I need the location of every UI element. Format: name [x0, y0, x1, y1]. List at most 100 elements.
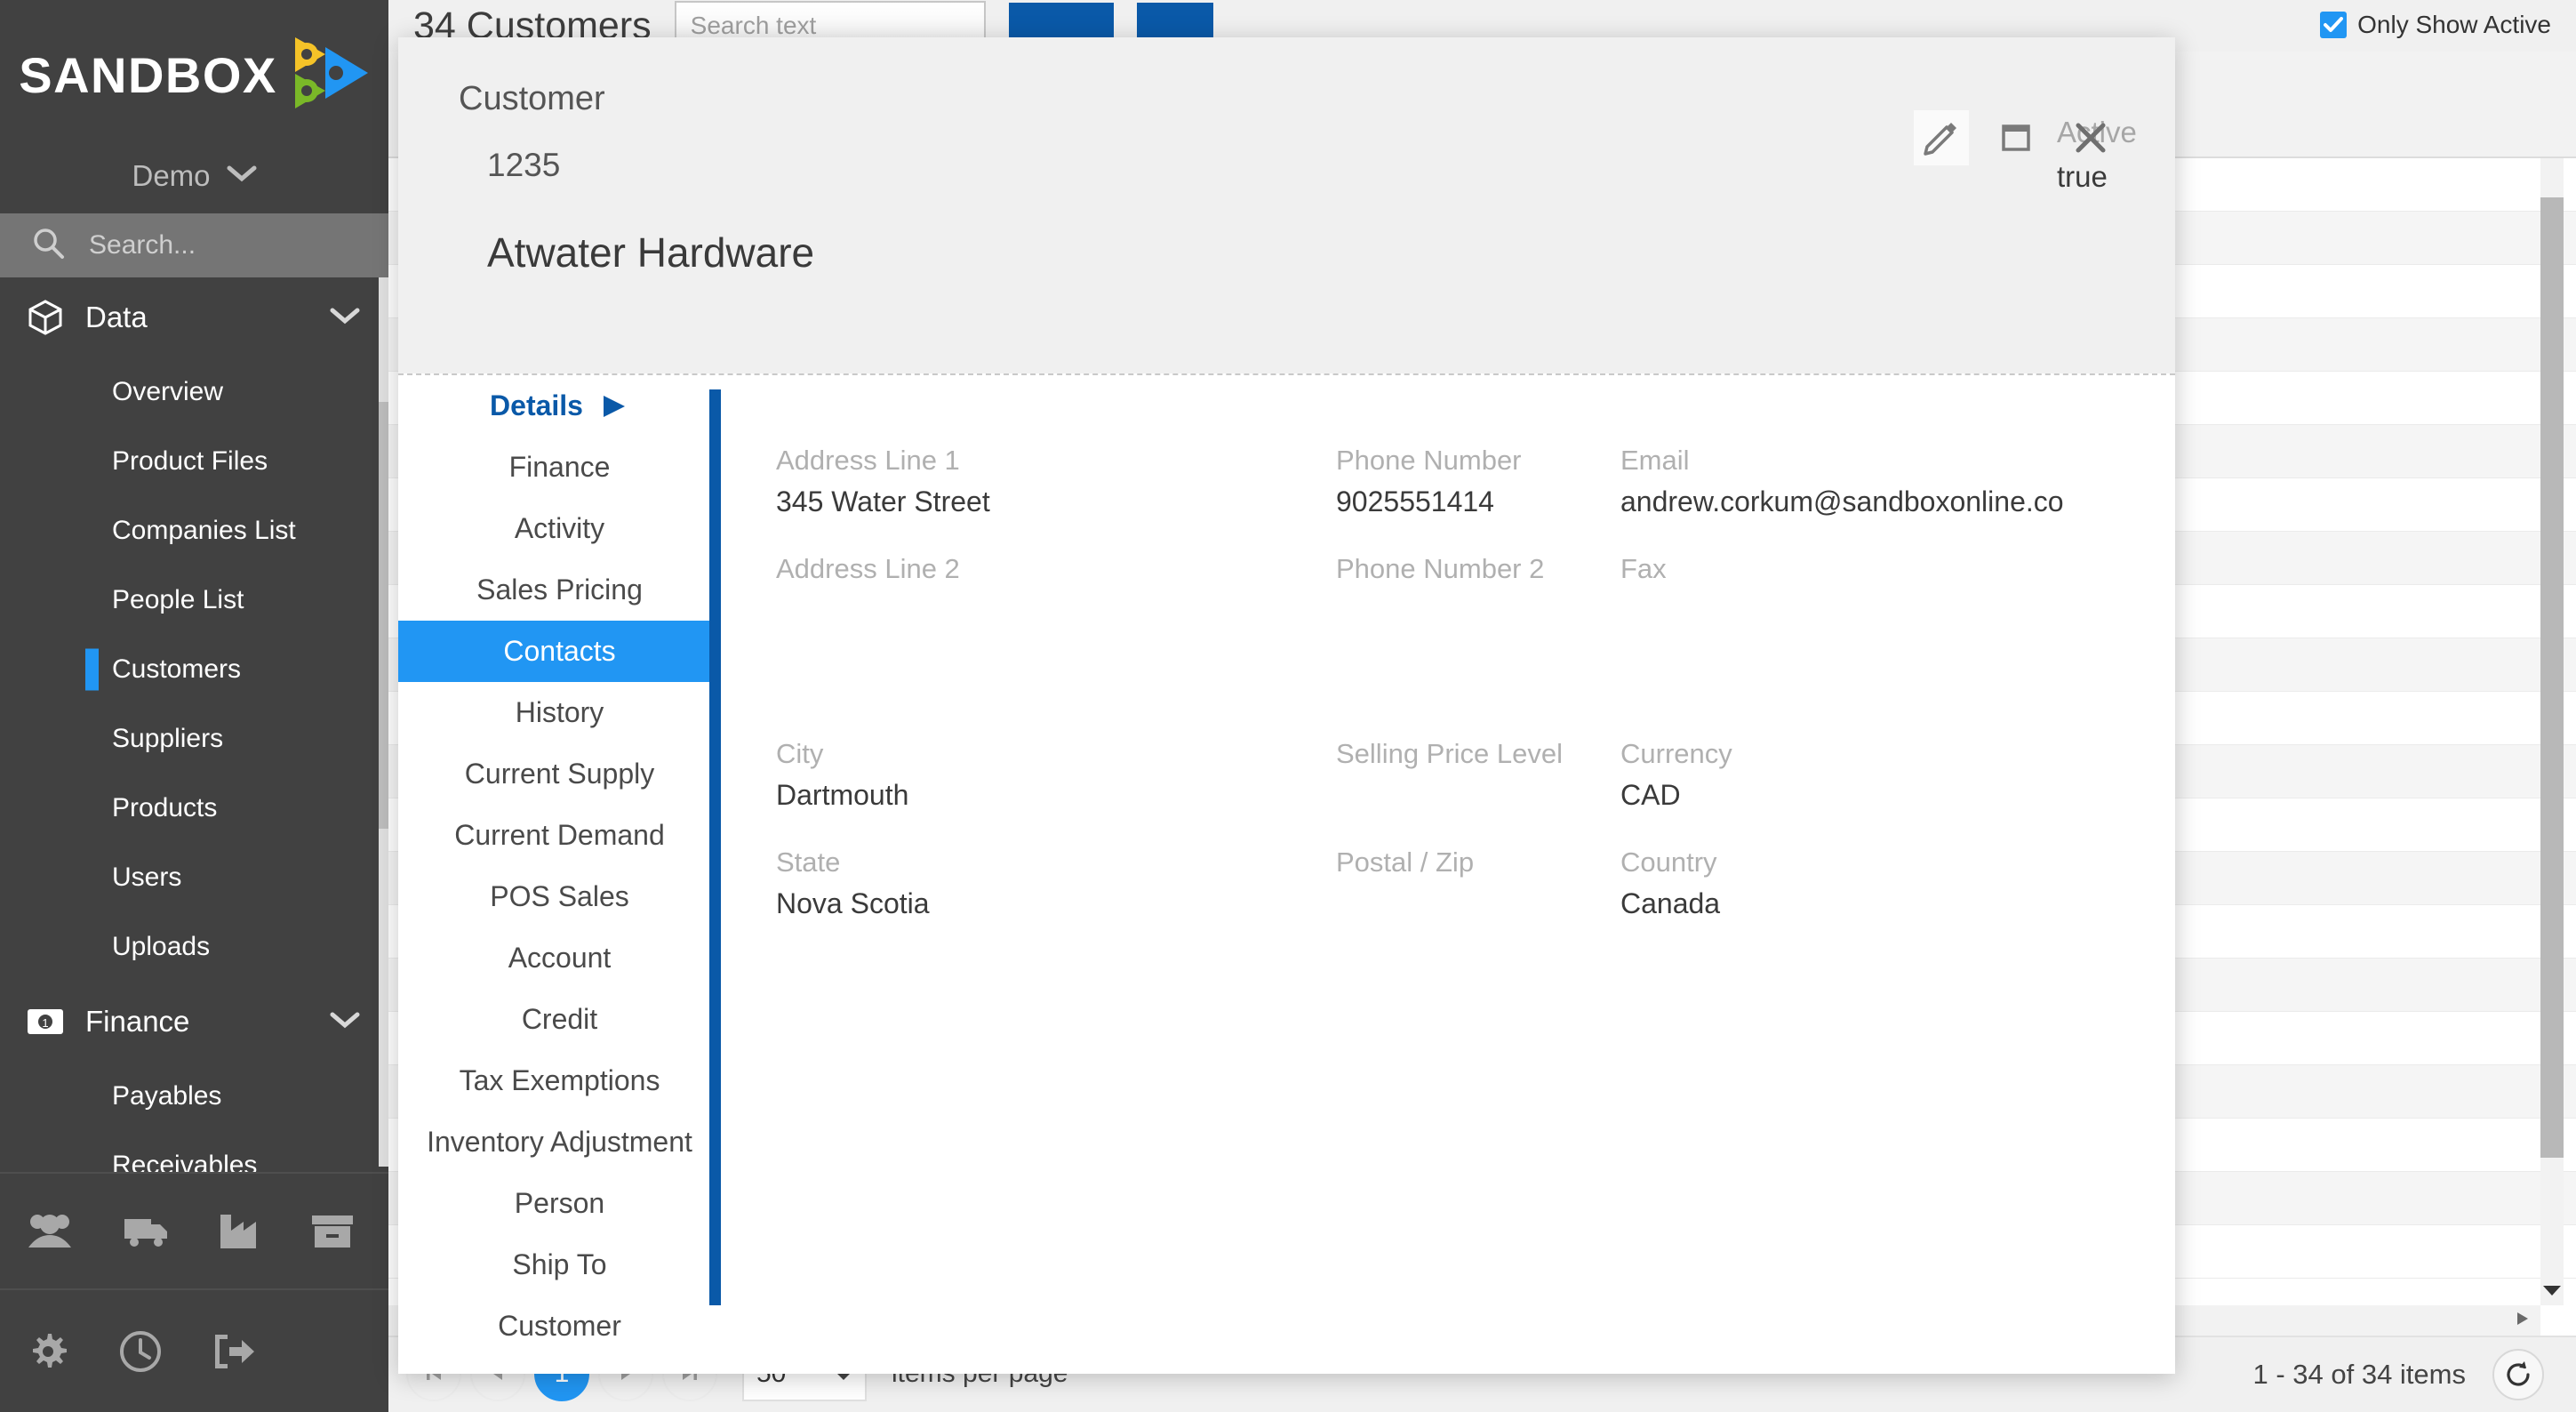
modal-tab-current-supply[interactable]: Current Supply — [398, 743, 721, 805]
factory-icon[interactable] — [217, 1211, 263, 1252]
field-value: andrew.corkum@sandboxonline.co — [1620, 485, 2064, 517]
modal-tab-customer[interactable]: Customer — [398, 1296, 721, 1357]
modal-tab-tax-exemptions[interactable]: Tax Exemptions — [398, 1050, 721, 1111]
sidebar-item-label: Customers — [112, 654, 242, 684]
gear-icon[interactable] — [25, 1328, 71, 1375]
field-value: 345 Water Street — [776, 485, 990, 517]
sidebar-item-overview[interactable]: Overview — [0, 357, 388, 427]
sidebar-item-users[interactable]: Users — [0, 843, 388, 912]
tenant-switcher[interactable]: Demo — [0, 138, 388, 213]
logout-icon[interactable] — [210, 1331, 256, 1372]
modal-tab-label: Credit — [521, 1003, 598, 1035]
sidebar-quick-icons-row-2 — [0, 1288, 388, 1412]
sidebar-item-label: Overview — [112, 377, 224, 406]
maximize-icon[interactable] — [1988, 110, 2044, 165]
modal-tab-details[interactable]: Details — [398, 375, 721, 437]
modal-tab-label: Customer — [498, 1310, 621, 1342]
edit-icon[interactable] — [1914, 110, 1969, 165]
sidebar-item-people-list[interactable]: People List — [0, 566, 388, 635]
modal-action-buttons — [1914, 110, 2118, 165]
modal-tab-contacts[interactable]: Contacts — [398, 621, 721, 682]
sidebar-item-receivables[interactable]: Receivables — [0, 1131, 388, 1172]
field-selling-price-level: Selling Price Level — [1336, 738, 1620, 827]
field-label: Postal / Zip — [1336, 846, 1475, 878]
modal-tab-label: Current Supply — [464, 758, 655, 790]
modal-tab-scrollbar-thumb[interactable] — [709, 389, 721, 1305]
search-icon — [32, 227, 66, 265]
sidebar-item-products[interactable]: Products — [0, 774, 388, 843]
sidebar-item-suppliers[interactable]: Suppliers — [0, 704, 388, 774]
sidebar-item-payables[interactable]: Payables — [0, 1062, 388, 1131]
modal-tab-history[interactable]: History — [398, 682, 721, 743]
modal-tab-scrollbar[interactable] — [709, 375, 721, 1374]
sidebar: SANDBOX Demo Search... Data Overview Pro… — [0, 0, 388, 1412]
modal-header: Customer 1235 Atwater Hardware Active tr… — [398, 37, 2175, 373]
archive-box-icon[interactable] — [309, 1212, 356, 1251]
only-show-active-toggle[interactable]: Only Show Active — [2320, 11, 2551, 39]
brand-name: SANDBOX — [19, 47, 277, 103]
field-value — [776, 594, 1336, 628]
close-icon[interactable] — [2063, 110, 2118, 165]
field-value: CAD — [1620, 779, 1681, 811]
sidebar-item-uploads[interactable]: Uploads — [0, 912, 388, 982]
grid-vertical-scrollbar-thumb[interactable] — [2540, 197, 2564, 1158]
svg-text:1: 1 — [42, 1016, 48, 1030]
field-label: Address Line 1 — [776, 445, 960, 476]
modal-tab-finance[interactable]: Finance — [398, 437, 721, 498]
modal-tab-activity[interactable]: Activity — [398, 498, 721, 559]
chevron-down-icon[interactable] — [330, 307, 360, 329]
clock-icon[interactable] — [117, 1328, 164, 1375]
grid-scroll-down-button[interactable] — [2540, 1275, 2564, 1305]
field-state: State Nova Scotia — [776, 846, 1336, 935]
refresh-button[interactable] — [2492, 1349, 2544, 1400]
field-value — [1620, 594, 2175, 628]
field-value: Canada — [1620, 887, 1721, 919]
field-fax: Fax — [1620, 553, 2175, 642]
modal-tab-current-demand[interactable]: Current Demand — [398, 805, 721, 866]
modal-tab-credit[interactable]: Credit — [398, 989, 721, 1050]
modal-tab-inventory-adjustment[interactable]: Inventory Adjustment — [398, 1111, 721, 1173]
field-label: City — [776, 738, 824, 769]
people-icon[interactable] — [25, 1210, 75, 1253]
customer-detail-modal: Customer 1235 Atwater Hardware Active tr… — [398, 37, 2175, 1374]
field-email: Email andrew.corkum@sandboxonline.co — [1620, 445, 2175, 534]
sidebar-item-product-files[interactable]: Product Files — [0, 427, 388, 496]
sidebar-group-finance[interactable]: 1 Finance — [0, 982, 388, 1062]
sidebar-item-companies-list[interactable]: Companies List — [0, 496, 388, 566]
sidebar-group-data[interactable]: Data — [0, 277, 388, 357]
sidebar-scrollbar-thumb[interactable] — [379, 402, 388, 829]
field-country: Country Canada — [1620, 846, 2175, 935]
truck-icon[interactable] — [121, 1212, 171, 1251]
modal-tab-sales-pricing[interactable]: Sales Pricing — [398, 559, 721, 621]
sidebar-quick-icons-row-1 — [0, 1172, 388, 1288]
banknote-icon: 1 — [25, 1007, 66, 1037]
modal-tab-label: Details — [490, 389, 583, 421]
search-input[interactable]: Search... — [0, 213, 388, 277]
sidebar-scrollbar[interactable] — [379, 277, 388, 1167]
modal-tab-account[interactable]: Account — [398, 927, 721, 989]
contact-fields-group-1: Address Line 1 345 Water Street Phone Numb… — [776, 445, 2175, 662]
modal-tab-label: Inventory Adjustment — [427, 1126, 692, 1158]
sidebar-item-label: Receivables — [112, 1151, 258, 1172]
modal-tab-person[interactable]: Person — [398, 1173, 721, 1234]
brand-logo[interactable]: SANDBOX — [0, 0, 388, 138]
field-label: Email — [1620, 445, 1690, 476]
modal-tab-pos-sales[interactable]: POS Sales — [398, 866, 721, 927]
field-value — [1336, 887, 1620, 921]
sidebar-item-customers[interactable]: Customers — [0, 635, 388, 704]
item-range-text: 1 - 34 of 34 items — [2252, 1359, 2466, 1390]
field-value: Dartmouth — [776, 779, 909, 811]
sidebar-item-label: Companies List — [112, 516, 296, 545]
sidebar-group-label: Finance — [85, 1005, 190, 1038]
sidebar-item-label: Product Files — [112, 446, 268, 476]
field-label: Phone Number 2 — [1336, 553, 1545, 584]
chevron-down-icon[interactable] — [330, 1011, 360, 1033]
field-address-line-1: Address Line 1 345 Water Street — [776, 445, 1336, 534]
modal-tab-ship-to[interactable]: Ship To — [398, 1234, 721, 1296]
field-address-line-2: Address Line 2 — [776, 553, 1336, 642]
field-value — [1336, 594, 1620, 628]
sidebar-item-label: Users — [112, 862, 182, 892]
modal-tab-label: Finance — [508, 451, 611, 483]
grid-vertical-scrollbar[interactable] — [2540, 158, 2564, 1305]
grid-scroll-right-button[interactable] — [2514, 1311, 2532, 1331]
